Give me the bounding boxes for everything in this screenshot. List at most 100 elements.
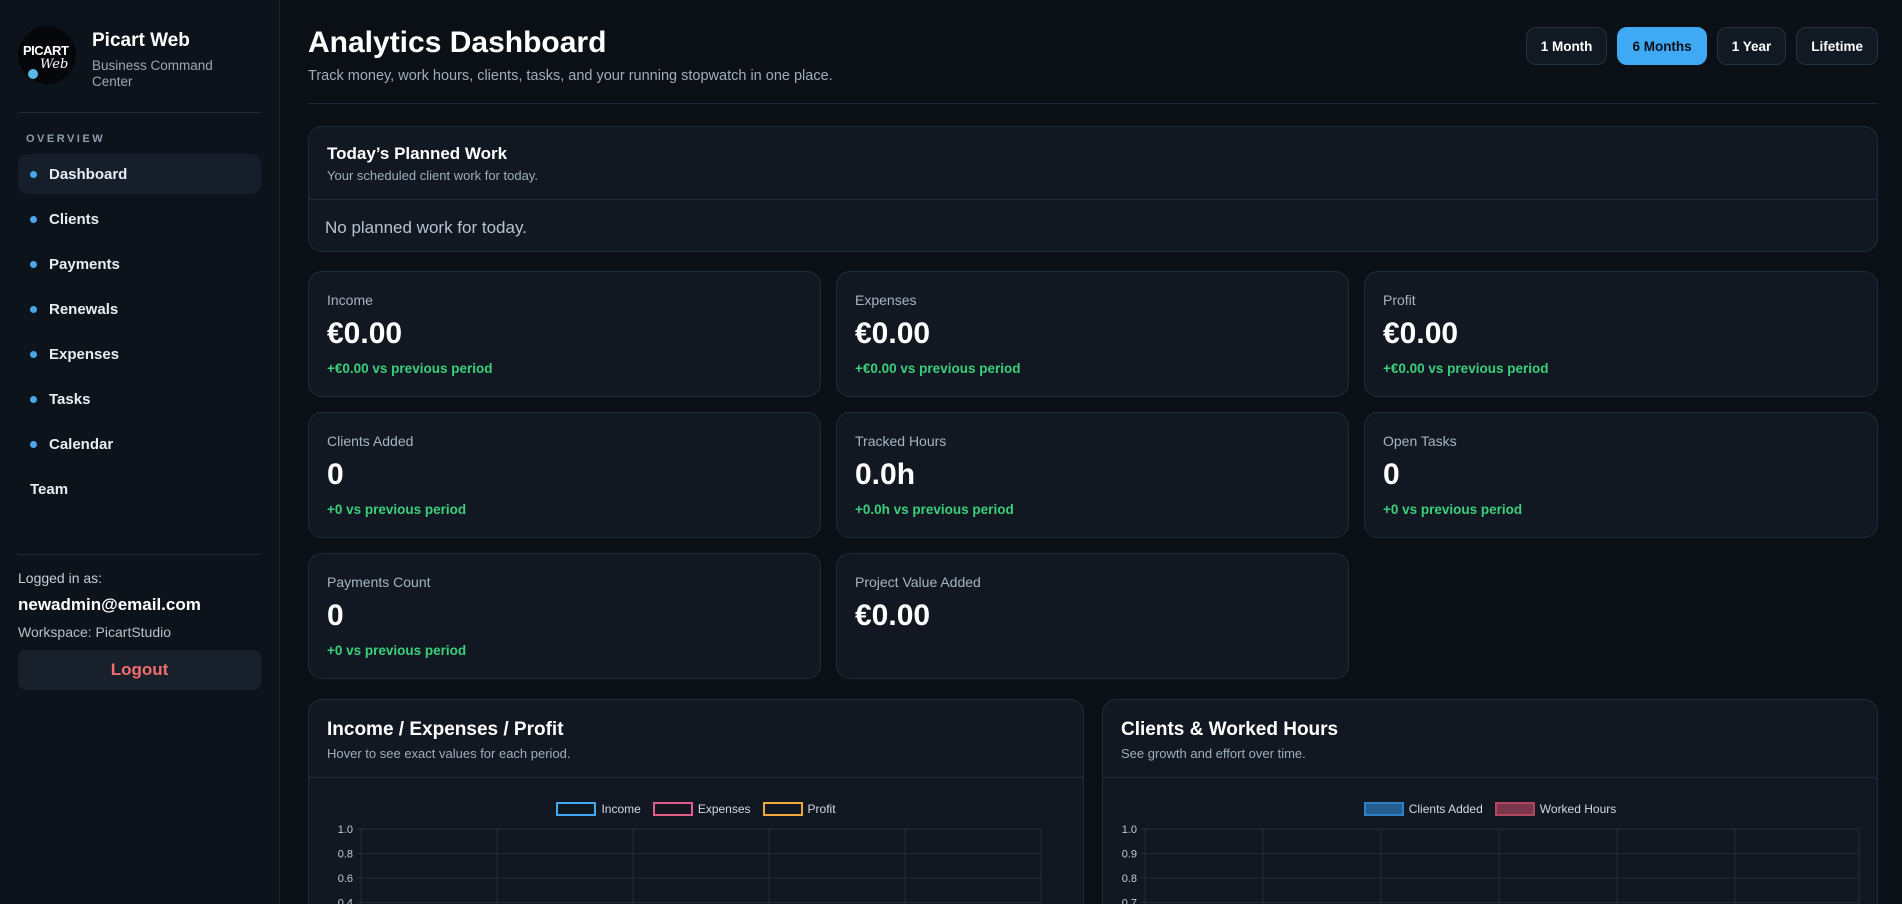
stat-card-expenses: Expenses €0.00 +€0.00 vs previous period xyxy=(836,271,1349,397)
range-1-year-button[interactable]: 1 Year xyxy=(1716,27,1787,65)
y-tick-label: 0.4 xyxy=(338,898,353,904)
sidebar-item-label: Tasks xyxy=(49,390,91,408)
sidebar-item-label: Expenses xyxy=(49,345,120,363)
range-6-months-button[interactable]: 6 Months xyxy=(1617,27,1707,65)
sidebar-divider xyxy=(18,112,261,113)
chart-subtitle: Hover to see exact values for each perio… xyxy=(327,746,571,761)
stat-label: Clients Added xyxy=(327,433,414,449)
bullet-icon xyxy=(30,215,37,223)
sidebar-item-label: Calendar xyxy=(49,435,114,453)
planned-work-empty-message: No planned work for today. xyxy=(325,218,527,237)
page-header: Analytics Dashboard Track money, work ho… xyxy=(308,0,1878,104)
stat-card-project-value-added: Project Value Added €0.00 xyxy=(836,553,1349,679)
stat-label: Tracked Hours xyxy=(855,433,947,449)
user-email: newadmin@email.com xyxy=(18,595,201,614)
logo-dot-icon xyxy=(28,69,38,79)
stat-label: Income xyxy=(327,292,373,308)
brand-subtitle: Business Command Center xyxy=(92,58,213,89)
workspace-name: Workspace: PicartStudio xyxy=(18,624,172,640)
range-selector: 1 Month 6 Months 1 Year Lifetime xyxy=(1525,27,1878,65)
stat-label: Open Tasks xyxy=(1383,433,1457,449)
y-tick-label: 0.7 xyxy=(1122,898,1137,904)
card-divider xyxy=(309,199,1877,200)
sidebar: PICART Web Picart Web Business Command C… xyxy=(0,0,280,904)
chart-plot: 1.0 0.9 0.8 0.7 xyxy=(1122,824,1860,904)
sidebar-nav: Dashboard Clients Payments Renewals Expe… xyxy=(18,154,261,509)
stat-delta: +0.0h vs previous period xyxy=(855,502,1014,517)
sidebar-item-label: Renewals xyxy=(49,300,119,318)
stat-card-clients-added: Clients Added 0 +0 vs previous period xyxy=(308,412,821,538)
stat-value: 0 xyxy=(1383,458,1400,491)
planned-work-title: Today’s Planned Work xyxy=(327,144,508,163)
stat-delta: +€0.00 vs previous period xyxy=(1383,361,1549,376)
bullet-icon xyxy=(30,395,37,403)
sidebar-item-label: Clients xyxy=(49,210,100,228)
y-tick-label: 0.8 xyxy=(338,849,353,861)
stat-card-tracked-hours: Tracked Hours 0.0h +0.0h vs previous per… xyxy=(836,412,1349,538)
sidebar-item-team[interactable]: Team xyxy=(18,469,261,509)
stat-card-income: Income €0.00 +€0.00 vs previous period xyxy=(308,271,821,397)
y-tick-label: 1.0 xyxy=(338,824,353,836)
range-1-month-button[interactable]: 1 Month xyxy=(1525,27,1608,65)
sidebar-item-label: Dashboard xyxy=(49,165,128,183)
brand: PICART Web Picart Web Business Command C… xyxy=(18,26,261,90)
sidebar-item-label: Payments xyxy=(49,255,120,273)
y-tick-label: 0.9 xyxy=(1122,849,1137,861)
logo-text: PICART xyxy=(23,43,69,58)
stat-value: €0.00 xyxy=(855,599,931,632)
clients-worked-hours-chart-card: Clients & Worked Hours See growth and ef… xyxy=(1102,699,1878,904)
stat-delta: +€0.00 vs previous period xyxy=(327,361,493,376)
bullet-icon xyxy=(30,350,37,358)
nav-section-label: OVERVIEW xyxy=(26,133,106,145)
stat-card-profit: Profit €0.00 +€0.00 vs previous period xyxy=(1364,271,1878,397)
bullet-icon xyxy=(30,170,37,178)
page-subtitle: Track money, work hours, clients, tasks,… xyxy=(308,68,833,84)
y-tick-label: 1.0 xyxy=(1122,824,1137,836)
chart-plot: 1.0 0.8 0.6 0.4 xyxy=(338,824,1042,904)
range-lifetime-button[interactable]: Lifetime xyxy=(1796,27,1878,65)
sidebar-item-payments[interactable]: Payments xyxy=(18,244,261,284)
stat-value: €0.00 xyxy=(1383,317,1459,350)
main-content: Analytics Dashboard Track money, work ho… xyxy=(308,0,1878,904)
chart-title: Clients & Worked Hours xyxy=(1121,719,1339,740)
stat-value: 0.0h xyxy=(855,458,916,491)
planned-work-subtitle: Your scheduled client work for today. xyxy=(327,168,539,183)
stat-delta: +0 vs previous period xyxy=(1383,502,1523,517)
logo-script-text: Web xyxy=(40,57,69,72)
stat-delta: +0 vs previous period xyxy=(327,643,467,658)
stat-label: Expenses xyxy=(855,292,917,308)
stat-value: 0 xyxy=(327,458,344,491)
chart-subtitle: See growth and effort over time. xyxy=(1121,746,1306,761)
stat-label: Project Value Added xyxy=(855,574,981,590)
stat-delta: +€0.00 vs previous period xyxy=(855,361,1021,376)
stat-card-payments-count: Payments Count 0 +0 vs previous period xyxy=(308,553,821,679)
stat-card-open-tasks: Open Tasks 0 +0 vs previous period xyxy=(1364,412,1878,538)
sidebar-item-tasks[interactable]: Tasks xyxy=(18,379,261,419)
bullet-icon xyxy=(30,440,37,448)
sidebar-item-dashboard[interactable]: Dashboard xyxy=(18,154,261,194)
y-tick-label: 0.8 xyxy=(1122,873,1137,885)
sidebar-item-calendar[interactable]: Calendar xyxy=(18,424,261,464)
chart-title: Income / Expenses / Profit xyxy=(327,719,564,740)
stat-label: Profit xyxy=(1383,292,1416,308)
stat-value: 0 xyxy=(327,599,344,632)
bullet-icon xyxy=(30,305,37,313)
logout-button[interactable]: Logout xyxy=(18,650,261,690)
sidebar-item-renewals[interactable]: Renewals xyxy=(18,289,261,329)
sidebar-item-clients[interactable]: Clients xyxy=(18,199,261,239)
bullet-icon xyxy=(30,260,37,268)
stat-delta: +0 vs previous period xyxy=(327,502,467,517)
sidebar-divider xyxy=(18,554,261,555)
income-expenses-profit-chart-card: Income / Expenses / Profit Hover to see … xyxy=(308,699,1084,904)
logged-in-label: Logged in as: xyxy=(18,570,103,586)
sidebar-item-expenses[interactable]: Expenses xyxy=(18,334,261,374)
planned-work-card: Today’s Planned Work Your scheduled clie… xyxy=(308,126,1878,252)
stat-label: Payments Count xyxy=(327,574,431,590)
page-title: Analytics Dashboard xyxy=(308,26,607,59)
stat-value: €0.00 xyxy=(855,317,931,350)
brand-name: Picart Web xyxy=(92,30,190,51)
stat-value: €0.00 xyxy=(327,317,403,350)
y-tick-label: 0.6 xyxy=(338,873,353,885)
sidebar-item-label: Team xyxy=(30,480,69,498)
brand-logo: PICART Web xyxy=(18,26,76,84)
